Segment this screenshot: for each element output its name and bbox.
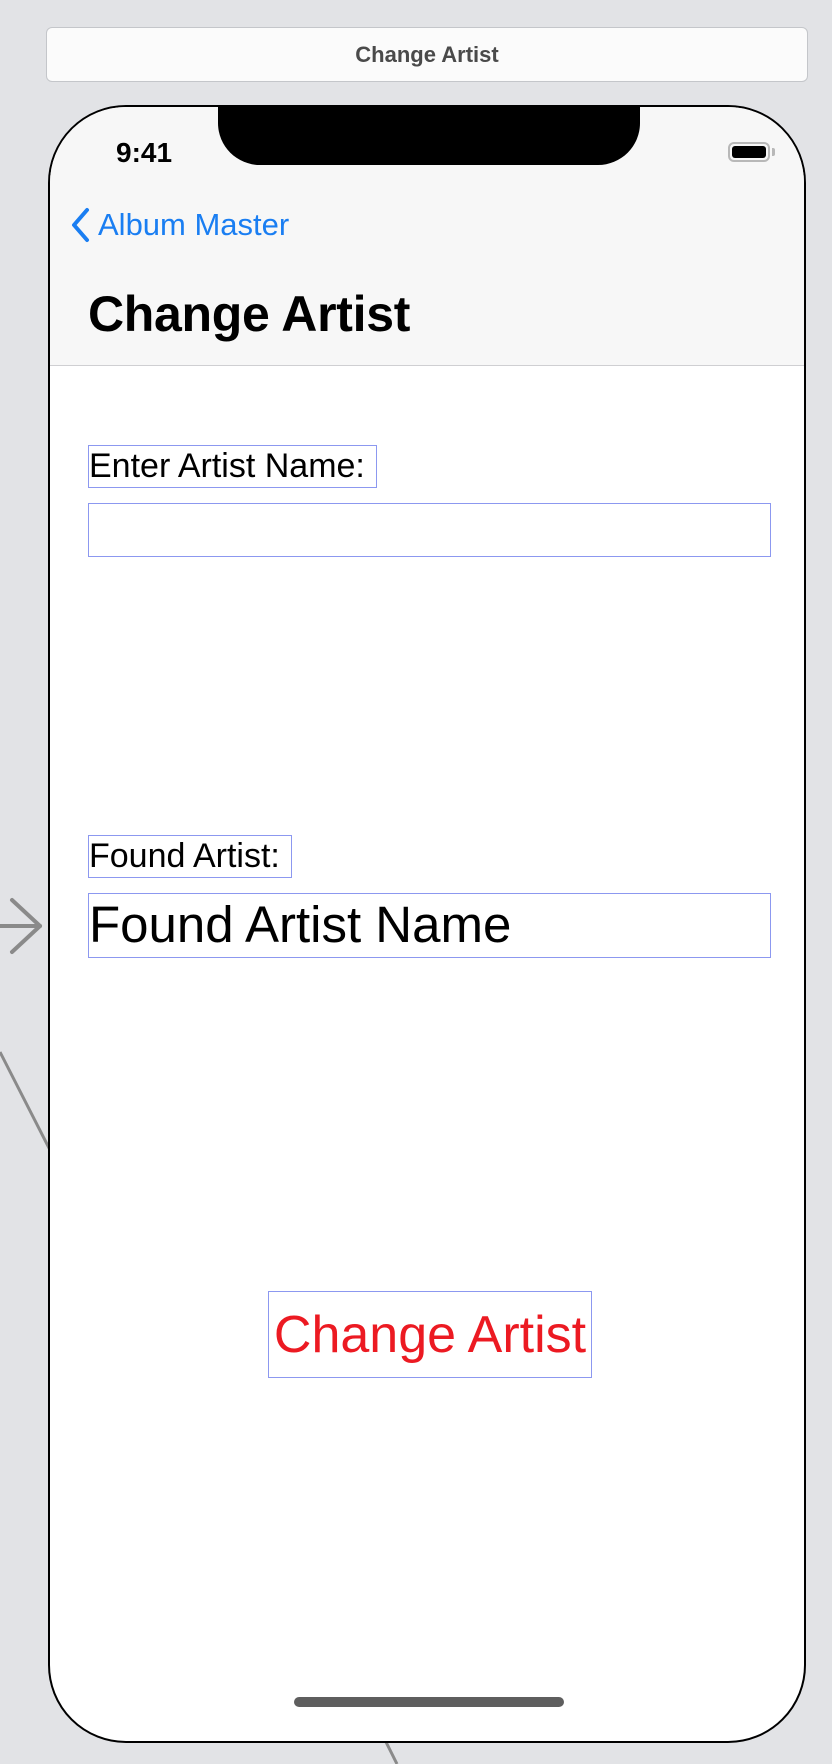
- battery-level: [732, 146, 766, 158]
- found-artist-label: Found Artist:: [88, 835, 292, 878]
- found-artist-name: Found Artist Name: [88, 893, 771, 958]
- battery-cap: [772, 148, 775, 156]
- iphone-frame: 9:41 Album Master Change Artist Enter Ar…: [48, 105, 806, 1743]
- segue-line-lower: [383, 1739, 399, 1764]
- status-bar-time: 9:41: [116, 137, 173, 168]
- arrow-right-icon: [0, 898, 42, 954]
- artist-name-input[interactable]: [88, 503, 771, 557]
- back-button-label: Album Master: [98, 207, 290, 242]
- chevron-left-icon: [72, 208, 89, 242]
- device-notch: [218, 107, 640, 165]
- enter-artist-label: Enter Artist Name:: [88, 445, 377, 488]
- segue-line-upper: [0, 1051, 52, 1151]
- change-artist-button[interactable]: Change Artist: [268, 1291, 592, 1378]
- battery-icon: [728, 142, 770, 162]
- navigation-bar: 9:41 Album Master Change Artist: [50, 107, 804, 366]
- home-indicator[interactable]: [294, 1697, 564, 1707]
- back-button[interactable]: Album Master: [70, 207, 289, 243]
- page-title: Change Artist: [88, 286, 411, 342]
